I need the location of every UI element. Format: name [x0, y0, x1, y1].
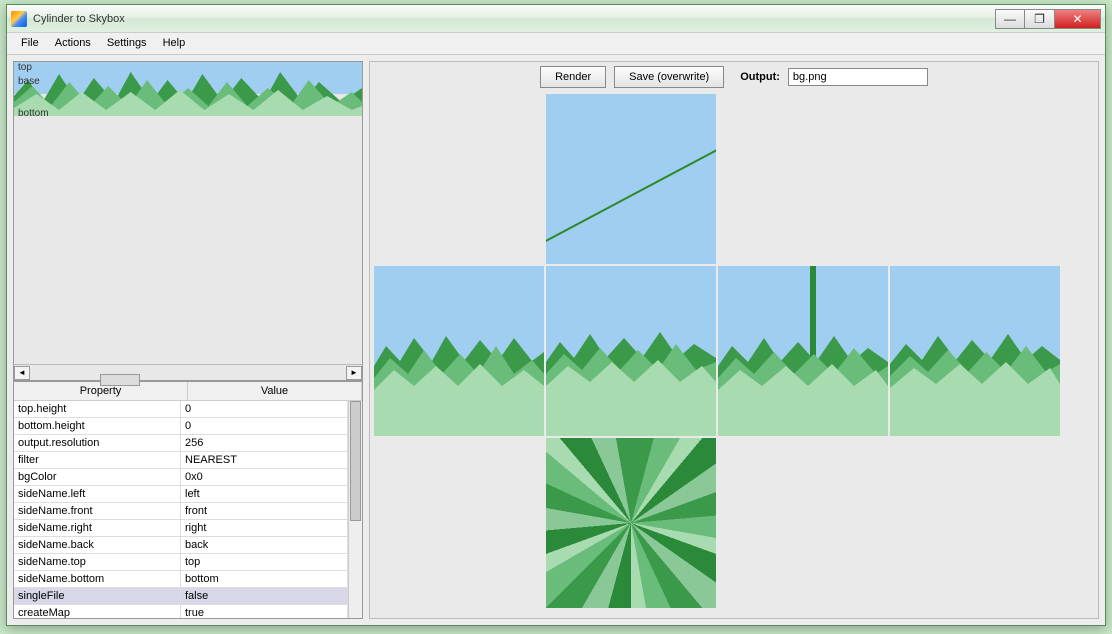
window-title: Cylinder to Skybox [33, 13, 995, 25]
skybox-face-bottom[interactable] [546, 438, 716, 608]
menu-actions[interactable]: Actions [47, 33, 99, 54]
java-app-icon [11, 11, 27, 27]
maximize-button[interactable]: ❐ [1025, 9, 1055, 29]
mountains-icon [718, 266, 888, 436]
skybox-cubemap-area [374, 94, 1094, 614]
scroll-thumb[interactable] [100, 374, 140, 386]
source-preview-panel: top base bottom ◄ ► [13, 61, 363, 381]
property-value[interactable]: true [181, 605, 348, 618]
property-row[interactable]: output.resolution256 [14, 435, 348, 452]
property-row[interactable]: sideName.frontfront [14, 503, 348, 520]
properties-v-thumb[interactable] [350, 401, 361, 521]
property-key: sideName.top [14, 554, 181, 570]
property-value[interactable]: 256 [181, 435, 348, 451]
property-row[interactable]: top.height0 [14, 401, 348, 418]
mountains-icon [546, 266, 716, 436]
property-key: bgColor [14, 469, 181, 485]
property-row[interactable]: sideName.rightright [14, 520, 348, 537]
app-window: Cylinder to Skybox — ❐ ✕ File Actions Se… [6, 4, 1106, 626]
skybox-face-left[interactable] [374, 266, 544, 436]
property-value[interactable]: 0 [181, 418, 348, 434]
property-value[interactable]: front [181, 503, 348, 519]
close-button[interactable]: ✕ [1055, 9, 1101, 29]
property-key: bottom.height [14, 418, 181, 434]
property-key: top.height [14, 401, 181, 417]
output-filename-input[interactable] [788, 68, 928, 86]
mountains-icon [374, 266, 544, 436]
preview-label-bottom: bottom [18, 108, 49, 119]
skybox-face-front[interactable] [546, 266, 716, 436]
titlebar[interactable]: Cylinder to Skybox — ❐ ✕ [7, 5, 1105, 33]
property-value[interactable]: 0x0 [181, 469, 348, 485]
property-value[interactable]: bottom [181, 571, 348, 587]
mountains-strip-icon [14, 62, 362, 116]
preview-label-top: top [18, 62, 32, 73]
menubar: File Actions Settings Help [7, 33, 1105, 55]
property-row[interactable]: bgColor0x0 [14, 469, 348, 486]
property-value[interactable]: 0 [181, 401, 348, 417]
scroll-left-arrow-icon[interactable]: ◄ [14, 366, 30, 380]
property-key: sideName.left [14, 486, 181, 502]
render-button[interactable]: Render [540, 66, 606, 88]
property-row[interactable]: createMaptrue [14, 605, 348, 618]
property-row[interactable]: sideName.toptop [14, 554, 348, 571]
property-row[interactable]: bottom.height0 [14, 418, 348, 435]
property-value[interactable]: back [181, 537, 348, 553]
property-row[interactable]: sideName.backback [14, 537, 348, 554]
scroll-right-arrow-icon[interactable]: ► [346, 366, 362, 380]
mountains-icon [890, 266, 1060, 436]
preview-label-base: base [18, 76, 40, 87]
property-key: filter [14, 452, 181, 468]
property-key: createMap [14, 605, 181, 618]
property-value[interactable]: NEAREST [181, 452, 348, 468]
property-row[interactable]: sideName.leftleft [14, 486, 348, 503]
property-key: sideName.bottom [14, 571, 181, 587]
menu-settings[interactable]: Settings [99, 33, 155, 54]
properties-v-scrollbar[interactable] [348, 401, 362, 618]
property-row[interactable]: singleFilefalse [14, 588, 348, 605]
menu-help[interactable]: Help [155, 33, 194, 54]
property-value[interactable]: top [181, 554, 348, 570]
preview-h-scrollbar[interactable]: ◄ ► [14, 364, 362, 380]
render-controls: Render Save (overwrite) Output: [374, 66, 1094, 88]
skybox-face-right[interactable] [718, 266, 888, 436]
source-preview-canvas[interactable]: top base bottom [14, 62, 362, 364]
properties-table: Property Value top.height0bottom.height0… [13, 381, 363, 619]
property-value[interactable]: left [181, 486, 348, 502]
property-key: sideName.right [14, 520, 181, 536]
property-value[interactable]: right [181, 520, 348, 536]
content-area: top base bottom ◄ ► Property Value top.h… [7, 55, 1105, 625]
property-key: sideName.back [14, 537, 181, 553]
minimize-button[interactable]: — [995, 9, 1025, 29]
property-key: singleFile [14, 588, 181, 604]
skybox-face-top[interactable] [546, 94, 716, 264]
properties-header: Property Value [14, 382, 362, 401]
property-row[interactable]: sideName.bottombottom [14, 571, 348, 588]
menu-file[interactable]: File [13, 33, 47, 54]
property-key: output.resolution [14, 435, 181, 451]
property-key: sideName.front [14, 503, 181, 519]
property-value[interactable]: false [181, 588, 348, 604]
skybox-face-back[interactable] [890, 266, 1060, 436]
render-pane: Render Save (overwrite) Output: [369, 61, 1099, 619]
window-controls: — ❐ ✕ [995, 9, 1101, 29]
properties-body: top.height0bottom.height0output.resoluti… [14, 401, 362, 618]
output-label: Output: [740, 71, 780, 83]
left-pane: top base bottom ◄ ► Property Value top.h… [13, 61, 363, 619]
save-button[interactable]: Save (overwrite) [614, 66, 724, 88]
properties-header-value[interactable]: Value [188, 382, 362, 400]
property-row[interactable]: filterNEAREST [14, 452, 348, 469]
